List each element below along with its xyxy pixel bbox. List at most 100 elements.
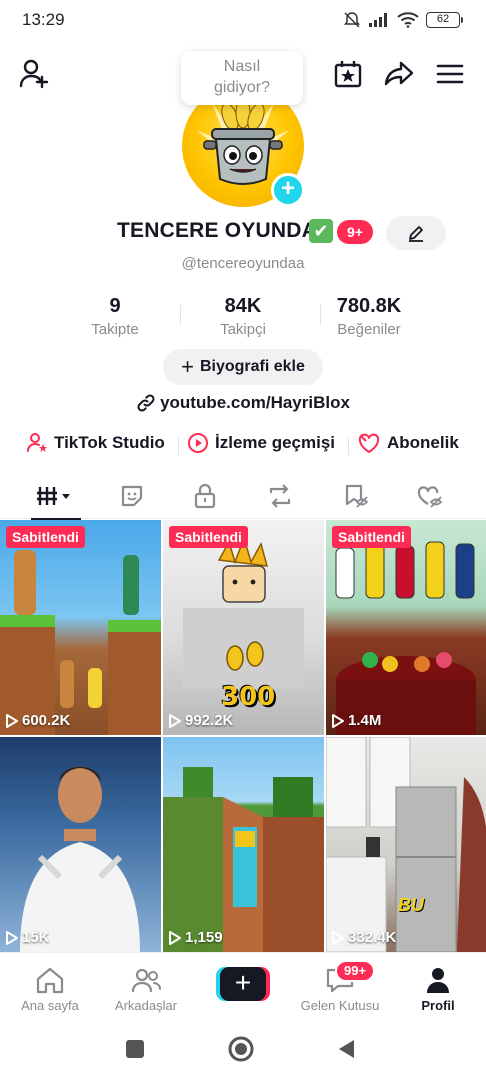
nav-friends-label: Arkadaşlar bbox=[114, 998, 178, 1013]
tiktok-studio-label: TikTok Studio bbox=[54, 433, 165, 452]
play-icon bbox=[6, 930, 18, 945]
video-thumbnail[interactable]: Sabitlendi 600.2K bbox=[0, 520, 161, 735]
video-thumbnail[interactable]: 1,159 bbox=[163, 737, 324, 952]
person-star-icon bbox=[27, 433, 47, 452]
tool-divider bbox=[178, 437, 179, 455]
video-grid: Sabitlendi 600.2K 300 Sabitlendi 992.2K bbox=[0, 520, 486, 952]
content-tabs bbox=[0, 473, 486, 520]
add-bio-label: Biyografi ekle bbox=[199, 358, 305, 375]
bookmark-hidden-icon bbox=[345, 484, 369, 508]
video-thumbnail-art bbox=[0, 550, 161, 735]
view-count-text: 600.2K bbox=[22, 712, 71, 729]
tab-stickers[interactable] bbox=[106, 473, 158, 519]
status-icons: 62 bbox=[343, 11, 463, 29]
stat-following[interactable]: 9 Takipte bbox=[60, 295, 170, 338]
signal-icon bbox=[369, 13, 387, 27]
status-time: 13:29 bbox=[22, 10, 65, 29]
add-story-button[interactable]: + bbox=[271, 173, 305, 207]
add-bio-button[interactable]: + Biyografi ekle bbox=[163, 349, 323, 385]
tool-divider bbox=[348, 437, 349, 455]
profile-icon bbox=[427, 968, 449, 993]
stat-following-value: 9 bbox=[109, 295, 121, 317]
profile-link[interactable]: youtube.com/HayriBlox bbox=[0, 393, 486, 413]
nav-home[interactable]: Ana sayfa bbox=[0, 965, 100, 1013]
share-profile-button[interactable] bbox=[381, 56, 417, 92]
nav-profile[interactable]: Profil bbox=[388, 965, 486, 1013]
subscription-label: Abonelik bbox=[387, 433, 459, 452]
verified-check-icon: ✔ bbox=[309, 219, 333, 243]
grid-videos-icon bbox=[37, 487, 70, 505]
plus-icon: + bbox=[220, 967, 266, 1001]
lock-icon bbox=[194, 483, 216, 509]
play-circle-icon bbox=[188, 433, 208, 453]
inbox-badge: 99+ bbox=[335, 960, 376, 982]
username: @tencereoyundaa bbox=[181, 255, 305, 272]
video-overlay-text: BU bbox=[398, 895, 424, 915]
tab-videos[interactable] bbox=[29, 473, 81, 520]
tab-private[interactable] bbox=[179, 473, 231, 519]
recents-icon[interactable] bbox=[124, 1038, 146, 1060]
tab-reposts[interactable] bbox=[254, 473, 306, 519]
video-thumbnail[interactable]: 15K bbox=[0, 737, 161, 952]
stat-followers-label: Takipçi bbox=[220, 321, 266, 338]
notification-badge[interactable]: 9+ bbox=[337, 220, 373, 244]
tab-liked[interactable] bbox=[404, 473, 456, 519]
nav-friends[interactable]: Arkadaşlar bbox=[96, 965, 196, 1013]
nav-inbox-label: Gelen Kutusu bbox=[300, 998, 380, 1013]
tiktok-studio-button[interactable]: TikTok Studio bbox=[26, 432, 165, 454]
view-count-text: 332.4K bbox=[348, 929, 397, 946]
stat-followers[interactable]: 84K Takipçi bbox=[188, 295, 298, 338]
view-count: 332.4K bbox=[332, 929, 396, 946]
video-thumbnail-art bbox=[326, 737, 486, 952]
bottom-navigation: Ana sayfa Arkadaşlar + Gelen Kutusu 99+ … bbox=[0, 952, 486, 1022]
back-triangle-icon[interactable] bbox=[336, 1038, 358, 1060]
edit-profile-button[interactable] bbox=[386, 216, 446, 250]
pinned-badge: Sabitlendi bbox=[6, 526, 85, 548]
pencil-icon bbox=[409, 226, 423, 242]
video-thumbnail-art bbox=[20, 767, 140, 952]
menu-button[interactable] bbox=[432, 56, 468, 92]
pinned-badge: Sabitlendi bbox=[332, 526, 411, 548]
play-icon bbox=[6, 713, 18, 728]
watch-history-button[interactable]: İzleme geçmişi bbox=[187, 432, 335, 454]
play-icon bbox=[169, 930, 181, 945]
mute-bell-icon bbox=[344, 12, 360, 28]
video-thumbnail[interactable]: BU 332.4K bbox=[326, 737, 486, 952]
battery-indicator: 62 bbox=[426, 12, 463, 28]
add-friend-button[interactable] bbox=[16, 56, 52, 92]
view-count-text: 1.4M bbox=[348, 712, 382, 729]
view-count: 600.2K bbox=[6, 712, 70, 729]
hamburger-menu-icon bbox=[436, 64, 464, 84]
stat-likes[interactable]: 780.8K Beğeniler bbox=[314, 295, 424, 338]
create-video-button[interactable]: + bbox=[216, 967, 270, 1001]
wifi-icon bbox=[397, 12, 419, 28]
view-count-text: 992.2K bbox=[185, 712, 234, 729]
play-icon bbox=[332, 713, 344, 728]
play-icon bbox=[169, 713, 181, 728]
stat-likes-label: Beğeniler bbox=[337, 321, 401, 338]
tab-favorites[interactable] bbox=[330, 473, 382, 519]
view-count: 1,159 bbox=[169, 929, 223, 946]
bubble-line-2: gidiyor? bbox=[213, 79, 271, 96]
friends-icon bbox=[131, 968, 161, 993]
subscription-button[interactable]: Abonelik bbox=[357, 432, 459, 454]
heart-badge-icon bbox=[358, 433, 380, 453]
stat-following-label: Takipte bbox=[91, 321, 139, 338]
bubble-line-1: Nasıl bbox=[223, 58, 261, 75]
profile-link-text: youtube.com/HayriBlox bbox=[160, 393, 350, 412]
system-navigation-bar bbox=[0, 1022, 486, 1080]
video-thumbnail[interactable]: 300 Sabitlendi 992.2K bbox=[163, 520, 324, 735]
creator-tools-row: TikTok Studio İzleme geçmişi Abonelik bbox=[0, 430, 486, 460]
status-bar: 13:29 62 bbox=[0, 0, 486, 40]
home-circle-icon[interactable] bbox=[228, 1036, 254, 1062]
plus-icon: + bbox=[181, 354, 194, 379]
status-bubble[interactable]: Nasıl gidiyor? bbox=[181, 51, 303, 105]
repost-icon bbox=[269, 484, 291, 508]
video-overlay-text: 300 bbox=[221, 682, 276, 712]
play-icon bbox=[332, 930, 344, 945]
nav-profile-label: Profil bbox=[421, 998, 455, 1013]
video-thumbnail[interactable]: Sabitlendi 1.4M bbox=[326, 520, 486, 735]
home-icon bbox=[36, 967, 64, 994]
link-chain-icon bbox=[137, 394, 155, 412]
creator-calendar-button[interactable] bbox=[330, 56, 366, 92]
